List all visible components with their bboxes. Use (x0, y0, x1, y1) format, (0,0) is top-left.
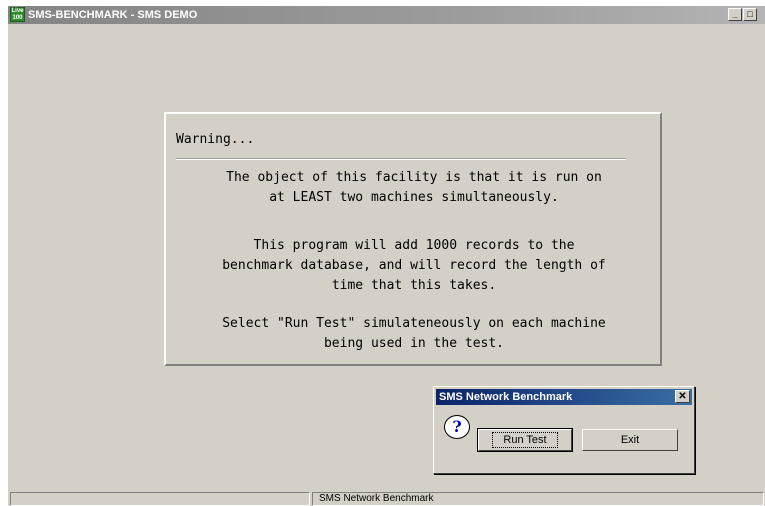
main-window: Live 100 SMS-BENCHMARK - SMS DEMO _ □ Wa… (7, 5, 765, 506)
dialog-close-button[interactable]: ✕ (675, 390, 690, 403)
warning-paragraph-2: This program will add 1000 records to th… (222, 238, 606, 293)
warning-separator (176, 158, 626, 160)
dialog-title-bar[interactable]: SMS Network Benchmark ✕ (436, 389, 692, 405)
main-content: Warning... The object of this facility i… (8, 24, 765, 490)
run-test-button[interactable]: Run Test (477, 428, 573, 452)
app-icon[interactable]: Live 100 (10, 7, 25, 22)
window-title: SMS-BENCHMARK - SMS DEMO (28, 9, 198, 21)
warning-paragraph-3: Select "Run Test" simulateneously on eac… (222, 316, 606, 351)
benchmark-dialog: SMS Network Benchmark ✕ ? Run Test Exit (433, 386, 695, 474)
status-pane-main: SMS Network Benchmark (312, 492, 764, 506)
run-test-label: Run Test (492, 432, 558, 448)
warning-heading: Warning... (176, 132, 255, 147)
warning-panel: Warning... The object of this facility i… (164, 112, 662, 366)
exit-button[interactable]: Exit (582, 429, 678, 451)
question-icon: ? (444, 415, 470, 439)
title-bar[interactable]: Live 100 SMS-BENCHMARK - SMS DEMO _ □ (8, 6, 765, 24)
status-bar: SMS Network Benchmark (8, 490, 765, 506)
warning-paragraph-1: The object of this facility is that it i… (226, 170, 602, 205)
dialog-title: SMS Network Benchmark (439, 391, 573, 403)
maximize-button[interactable]: □ (743, 8, 757, 21)
minimize-button[interactable]: _ (728, 8, 742, 21)
status-pane-left (10, 492, 310, 506)
